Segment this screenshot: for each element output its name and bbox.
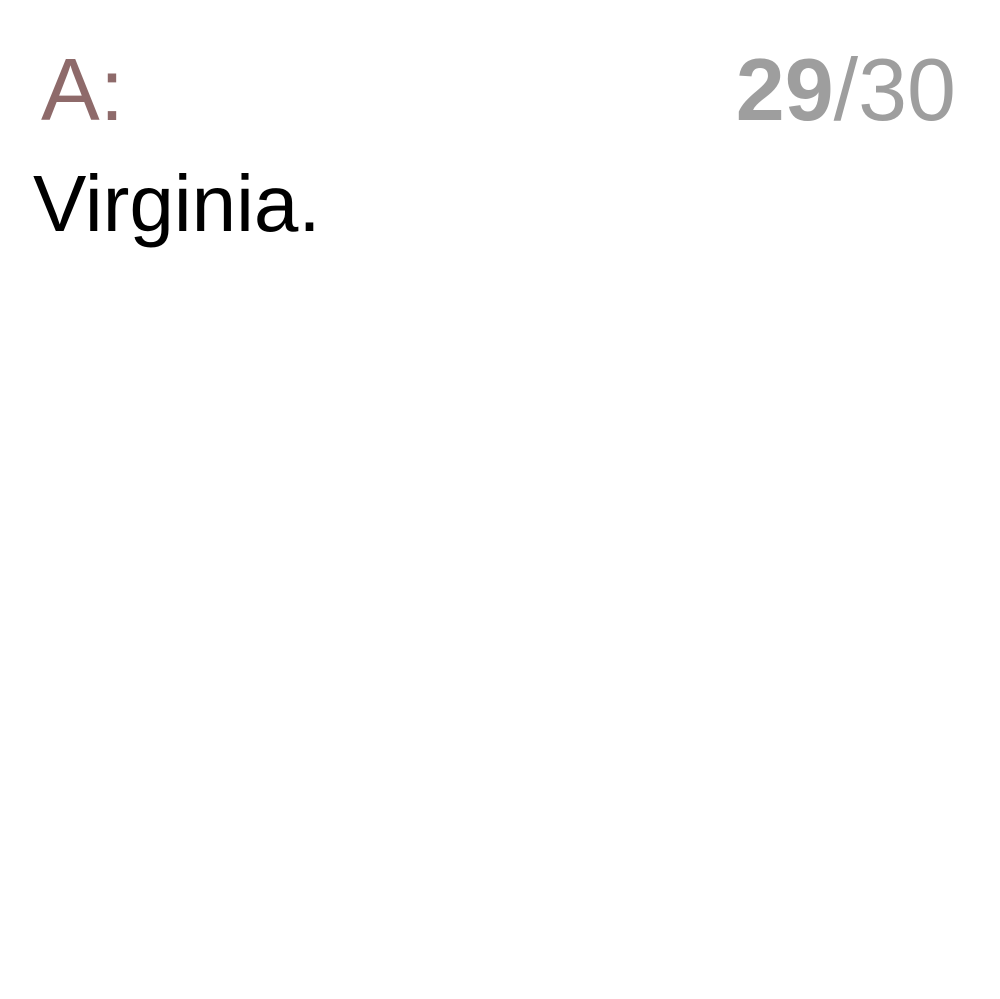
flashcard-answer-side: A: 29/30 Virginia. [0, 0, 1000, 999]
answer-label: A: [41, 40, 125, 139]
current-card-number: 29 [735, 40, 834, 139]
counter-separator: / [833, 40, 859, 139]
card-progress-counter: 29/30 [736, 40, 956, 140]
answer-text: Virginia. [33, 159, 321, 248]
total-card-count: 30 [858, 40, 956, 139]
